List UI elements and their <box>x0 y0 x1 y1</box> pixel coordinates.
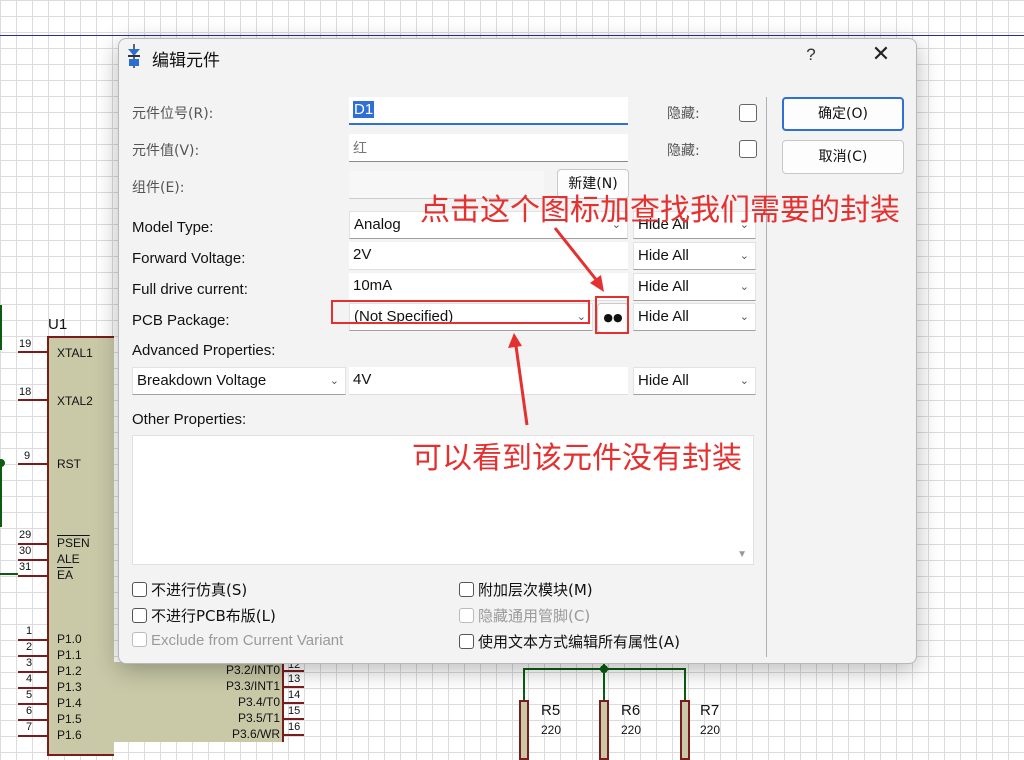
annotation-arrows <box>508 227 604 426</box>
